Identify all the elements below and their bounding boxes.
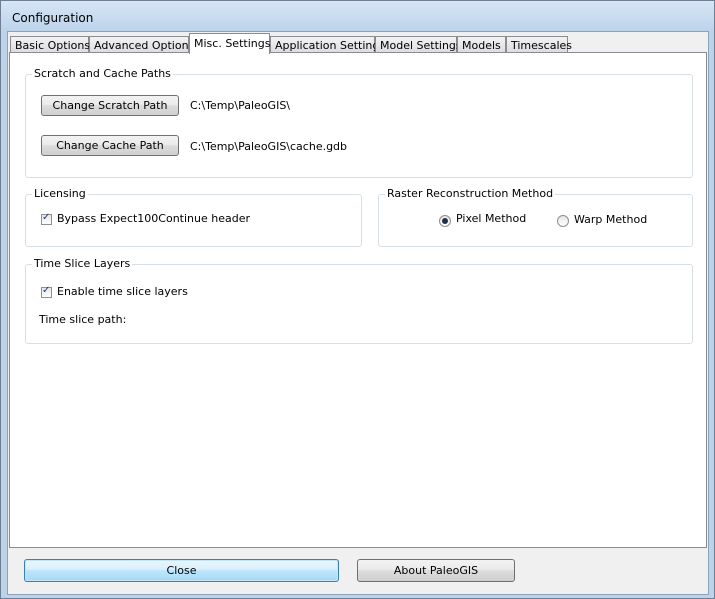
configuration-window: Configuration Basic Options Advanced Opt… [0, 0, 715, 599]
pixel-method-label[interactable]: Pixel Method [456, 212, 526, 225]
checkmark-icon: ✓ [42, 212, 51, 223]
checkmark-icon: ✓ [42, 285, 51, 296]
about-paleogis-button[interactable]: About PaleoGIS [357, 559, 515, 582]
bypass-expect100-label[interactable]: Bypass Expect100Continue header [57, 212, 250, 225]
scratch-path-value: C:\Temp\PaleoGIS\ [190, 99, 291, 112]
enable-time-slice-checkbox[interactable]: ✓ [41, 285, 52, 298]
tab-advanced-options[interactable]: Advanced Options [89, 36, 194, 53]
time-slice-group: Time Slice Layers ✓ Enable time slice la… [25, 257, 693, 344]
misc-settings-page: Scratch and Cache Paths Change Scratch P… [9, 52, 707, 548]
warp-method-label[interactable]: Warp Method [574, 213, 647, 226]
title-bar: Configuration [1, 1, 714, 31]
radio-selected-dot [442, 218, 448, 224]
bypass-expect100-checkbox[interactable]: ✓ [41, 212, 52, 225]
scratch-cache-legend: Scratch and Cache Paths [32, 67, 173, 80]
scratch-cache-group: Scratch and Cache Paths Change Scratch P… [25, 67, 693, 178]
tab-application-settings[interactable]: Application Settings [270, 36, 385, 53]
tab-timescales[interactable]: Timescales [506, 36, 572, 53]
tab-models[interactable]: Models [457, 36, 506, 53]
change-scratch-path-button[interactable]: Change Scratch Path [41, 95, 179, 116]
licensing-group: Licensing ✓ Bypass Expect100Continue hea… [25, 187, 362, 247]
cache-path-value: C:\Temp\PaleoGIS\cache.gdb [190, 140, 348, 153]
warp-method-radio[interactable] [557, 215, 569, 227]
raster-method-group: Raster Reconstruction Method Pixel Metho… [378, 187, 693, 247]
dialog-client-area: Basic Options Advanced Options Misc. Set… [7, 31, 709, 595]
close-button[interactable]: Close [24, 559, 339, 582]
tab-model-settings[interactable]: Model Settings [375, 36, 462, 53]
tab-misc-settings[interactable]: Misc. Settings [189, 33, 270, 54]
time-slice-path-label: Time slice path: [39, 313, 127, 326]
window-title: Configuration [12, 11, 94, 25]
change-cache-path-button[interactable]: Change Cache Path [41, 135, 179, 156]
pixel-method-radio[interactable] [439, 215, 451, 227]
raster-method-legend: Raster Reconstruction Method [385, 187, 556, 200]
tab-basic-options[interactable]: Basic Options [10, 36, 90, 53]
licensing-legend: Licensing [32, 187, 88, 200]
time-slice-legend: Time Slice Layers [32, 257, 133, 270]
enable-time-slice-label[interactable]: Enable time slice layers [57, 285, 188, 298]
